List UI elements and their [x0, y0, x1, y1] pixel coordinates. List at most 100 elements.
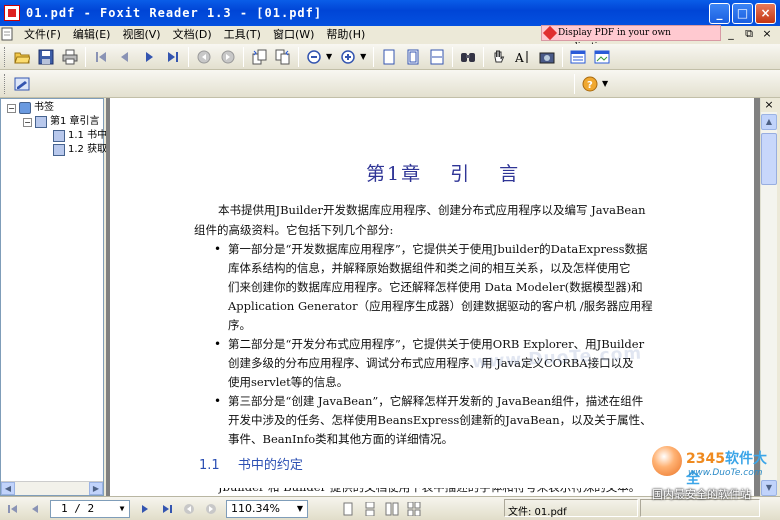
collapse-icon[interactable]: − [23, 117, 32, 127]
scroll-down-icon[interactable]: ▼ [761, 480, 777, 496]
page-number-field[interactable]: 1 / 2 ▼ [50, 499, 130, 518]
doc-close-button[interactable]: × [760, 27, 774, 41]
find-button[interactable] [457, 46, 479, 68]
bookmark-label: 第1 章引言 [50, 116, 100, 127]
bookmarks-horizontal-scrollbar[interactable]: ◀ ▶ [1, 481, 103, 495]
bullet-line: 使用servlet等的信息。 [228, 375, 349, 389]
fit-width-icon [430, 49, 444, 64]
first-page-button[interactable] [90, 46, 112, 68]
thumbnail-button[interactable] [591, 46, 613, 68]
toolbar-separator [188, 46, 189, 67]
promo-banner[interactable]: Display PDF in your own applications [541, 25, 721, 52]
pdf-page[interactable]: 第1章 引 言 本书提供用JBuilder开发数据库应用程序、创建分布式应用程序… [110, 98, 754, 496]
foxit-app-icon[interactable] [4, 5, 20, 21]
hand-tool-button[interactable] [488, 46, 510, 68]
menu-window[interactable]: 窗口(W) [267, 26, 320, 44]
print-button[interactable] [59, 46, 81, 68]
toolbar-separator [574, 73, 575, 94]
menu-help[interactable]: 帮助(H) [320, 26, 371, 44]
save-button[interactable] [35, 46, 57, 68]
zoom-out-button[interactable] [303, 46, 325, 68]
fit-page-button[interactable] [402, 46, 424, 68]
edit-text-button[interactable] [11, 73, 33, 95]
menu-view[interactable]: 视图(V) [116, 26, 166, 44]
single-page-icon [343, 502, 353, 515]
status-next-page-button[interactable] [135, 499, 155, 519]
vertical-scrollbar[interactable]: × ▲ ▼ [760, 98, 777, 496]
last-page-button[interactable] [162, 46, 184, 68]
scroll-right-icon[interactable]: ▶ [89, 482, 103, 495]
scroll-up-icon[interactable]: ▲ [761, 114, 777, 130]
back-button[interactable] [193, 46, 215, 68]
bullet-line: 库体系结构的信息，并解释原始数据组件和类之间的相互关系，以及怎样使用它 [228, 261, 631, 275]
chevron-down-icon[interactable]: ▼ [115, 501, 129, 517]
prev-page-button[interactable] [114, 46, 136, 68]
first-page-icon [8, 504, 17, 513]
page-number-value: 1 / 2 [61, 501, 95, 515]
intro-line: 组件的高级资料。它包括下列几个部分: [194, 223, 394, 237]
find-icon [461, 52, 476, 62]
menu-edit[interactable]: 编辑(E) [67, 26, 117, 44]
document-icon[interactable] [0, 27, 18, 44]
rotate-right-button[interactable] [272, 46, 294, 68]
menu-document[interactable]: 文档(D) [167, 26, 218, 44]
single-page-view-button[interactable] [338, 499, 358, 519]
bookmarks-root[interactable]: − 书签 [7, 101, 54, 115]
first-page-icon [96, 51, 106, 62]
maximize-button[interactable]: □ [732, 3, 753, 24]
bullet-line: 第二部分是“开发分布式应用程序”，它提供关于使用ORB Explorer、用JB… [228, 337, 645, 351]
chevron-down-icon[interactable]: ▼ [293, 501, 307, 517]
menu-tools[interactable]: 工具(T) [218, 26, 267, 44]
status-prev-page-button[interactable] [25, 499, 45, 519]
bookmark-item[interactable]: − 第1 章引言 [23, 115, 100, 129]
bookmark-panel-button[interactable] [567, 46, 589, 68]
last-page-icon [168, 51, 178, 62]
next-page-button[interactable] [138, 46, 160, 68]
status-first-page-button[interactable] [3, 499, 23, 519]
zoom-field[interactable]: 110.34% ▼ [226, 499, 308, 518]
continuous-view-button[interactable] [360, 499, 380, 519]
chapter-title: 第1章 引 言 [366, 163, 521, 185]
doc-minimize-button[interactable]: _ [724, 27, 738, 41]
last-page-icon [163, 504, 172, 513]
actual-size-button[interactable] [378, 46, 400, 68]
doc-restore-button[interactable]: ⧉ [742, 27, 756, 41]
facing-view-button[interactable] [382, 499, 402, 519]
status-forward-button[interactable] [201, 499, 221, 519]
rotate-left-button[interactable] [248, 46, 270, 68]
forward-button[interactable] [217, 46, 239, 68]
zoom-in-dropdown-icon[interactable]: ▼ [360, 52, 366, 61]
toolbar-grip[interactable] [4, 46, 7, 67]
facing-page-icon [385, 502, 399, 515]
minimize-button[interactable]: _ [709, 3, 730, 24]
scroll-thumb[interactable] [761, 133, 777, 185]
intro-line: 本书提供用JBuilder开发数据库应用程序、创建分布式应用程序以及编写 Jav… [218, 203, 646, 217]
status-back-button[interactable] [179, 499, 199, 519]
bookmark-item[interactable]: 1.1 书中 [53, 129, 107, 143]
toolbar-separator [373, 46, 375, 67]
text-select-button[interactable]: A [512, 46, 534, 68]
document-viewport[interactable]: 第1章 引 言 本书提供用JBuilder开发数据库应用程序、创建分布式应用程序… [106, 98, 760, 496]
panel-close-icon[interactable]: × [761, 98, 777, 112]
bullet-line: 事件、BeanInfo类和其他方面的详细情况。 [228, 432, 454, 446]
hand-tool-icon [494, 50, 505, 62]
scroll-left-icon[interactable]: ◀ [1, 482, 15, 495]
help-button[interactable]: ? [579, 73, 601, 95]
status-last-page-button[interactable] [157, 499, 177, 519]
open-button[interactable] [11, 46, 33, 68]
zoom-in-button[interactable] [337, 46, 359, 68]
toolbar-grip[interactable] [4, 73, 7, 94]
back-icon [197, 50, 211, 63]
collapse-icon[interactable]: − [7, 103, 16, 113]
menu-file[interactable]: 文件(F) [18, 26, 67, 44]
continuous-facing-view-button[interactable] [404, 499, 424, 519]
snapshot-button[interactable] [536, 46, 558, 68]
close-button[interactable]: × [755, 3, 776, 24]
fit-width-button[interactable] [426, 46, 448, 68]
help-dropdown-icon[interactable]: ▼ [602, 79, 608, 88]
zoom-out-dropdown-icon[interactable]: ▼ [326, 52, 332, 61]
edit-text-icon [14, 77, 30, 90]
bookmark-item[interactable]: 1.2 获取 [53, 143, 107, 157]
bullet-line: Application Generator（应用程序生成器）创建数据驱动的客户机… [228, 299, 653, 313]
promo-icon [542, 25, 558, 41]
